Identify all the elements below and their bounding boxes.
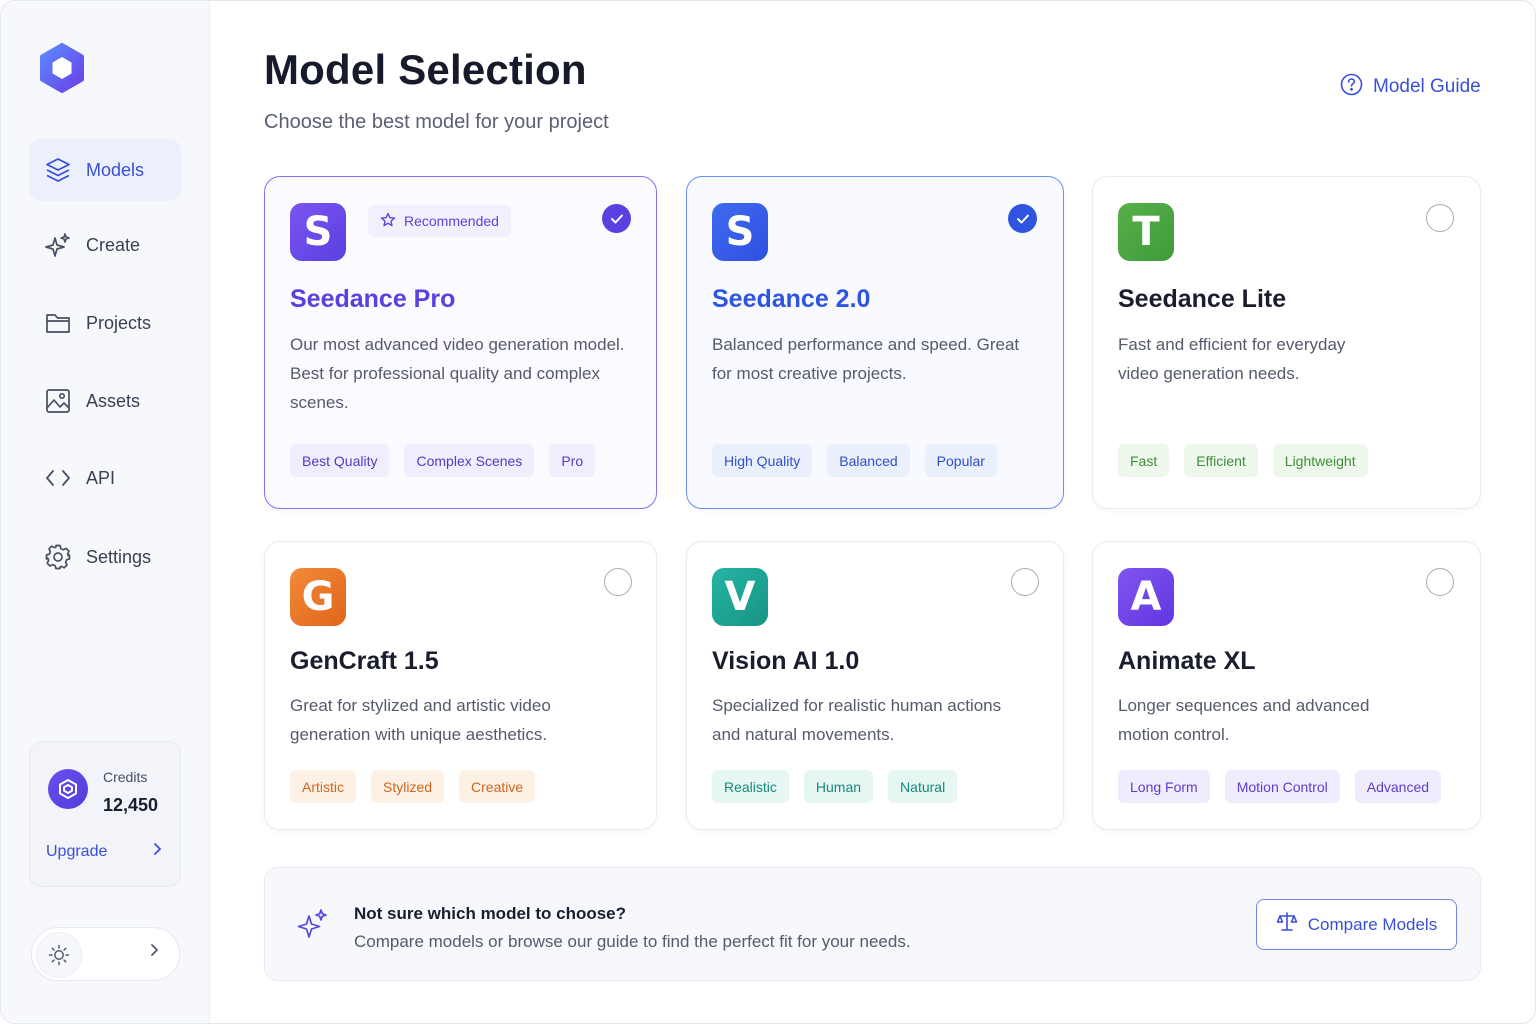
sidebar-item-settings[interactable]: Settings <box>29 526 181 588</box>
model-name: Seedance Pro <box>290 285 456 313</box>
recommended-label: Recommended <box>404 213 499 229</box>
model-logo: A <box>1118 568 1174 626</box>
sidebar-item-models[interactable]: Models <box>29 139 181 201</box>
sparkle-icon <box>297 908 329 945</box>
model-name: GenCraft 1.5 <box>290 647 439 675</box>
model-name: Animate XL <box>1118 647 1256 675</box>
sidebar-item-projects[interactable]: Projects <box>29 292 181 354</box>
folder-icon <box>44 309 72 337</box>
model-guide-link[interactable]: Model Guide <box>1340 73 1481 101</box>
tag: Creative <box>459 770 536 803</box>
sidebar-item-assets[interactable]: Assets <box>29 370 181 432</box>
tag: Fast <box>1118 444 1170 477</box>
help-description: Compare models or browse our guide to fi… <box>354 932 911 951</box>
help-title: Not sure which model to choose? <box>354 904 627 923</box>
tag: Complex Scenes <box>404 444 535 477</box>
sidebar-item-create[interactable]: Create <box>29 214 181 276</box>
app-logo[interactable] <box>38 43 86 93</box>
compare-models-label: Compare Models <box>1307 914 1438 934</box>
model-name: Seedance 2.0 <box>712 285 871 313</box>
sparkle-icon <box>44 231 72 259</box>
help-circle-icon <box>1340 73 1363 101</box>
model-description: Longer sequences and advanced motion con… <box>1118 696 1370 744</box>
page-title: Model Selection <box>264 46 587 93</box>
model-logo: S <box>290 203 346 261</box>
model-description: Balanced performance and speed. Great fo… <box>712 335 1020 383</box>
chevron-right-icon[interactable] <box>152 842 162 861</box>
tag-list: High Quality Balanced Popular <box>712 444 997 477</box>
model-card-animate-xl[interactable]: A Animate XL Longer sequences and advanc… <box>1092 541 1481 830</box>
credits-card: Credits 12,450 Upgrade <box>29 741 181 887</box>
tag-list: Fast Efficient Lightweight <box>1118 444 1368 477</box>
upgrade-link[interactable]: Upgrade <box>46 843 107 861</box>
model-card-vision-ai[interactable]: V Vision AI 1.0 Specialized for realisti… <box>686 541 1064 830</box>
select-radio[interactable] <box>604 568 632 596</box>
tag: Efficient <box>1184 444 1258 477</box>
model-logo: V <box>712 568 768 626</box>
tag: Human <box>803 770 874 803</box>
model-name: Seedance Lite <box>1118 285 1287 313</box>
sidebar-item-label: Models <box>86 159 145 180</box>
sidebar-item-label: Settings <box>86 546 152 567</box>
sidebar: Models Create Projects Assets API Settin… <box>1 1 210 1023</box>
tag: Natural <box>888 770 958 803</box>
compare-models-button[interactable]: Compare Models <box>1256 899 1457 950</box>
tag: Motion Control <box>1224 770 1340 803</box>
sidebar-item-api[interactable]: API <box>29 447 181 509</box>
model-description: Great for stylized and artistic video ge… <box>290 696 551 744</box>
tag-list: Long Form Motion Control Advanced <box>1118 770 1442 803</box>
recommended-badge: Recommended <box>368 205 511 237</box>
tag: Balanced <box>827 444 910 477</box>
tag: Pro <box>549 444 596 477</box>
tag: Advanced <box>1354 770 1442 803</box>
model-card-seedance-lite[interactable]: T Seedance Lite Fast and efficient for e… <box>1092 176 1481 509</box>
tag: Best Quality <box>290 444 390 477</box>
star-icon <box>380 212 396 231</box>
help-banner: Not sure which model to choose? Compare … <box>264 867 1481 981</box>
credits-value: 12,450 <box>103 795 159 815</box>
select-radio[interactable] <box>1011 568 1039 596</box>
selected-check-icon[interactable] <box>602 204 631 233</box>
sidebar-item-label: API <box>86 467 116 488</box>
model-description: Fast and efficient for everyday video ge… <box>1118 335 1346 383</box>
page-subtitle: Choose the best model for your project <box>264 111 609 133</box>
sun-icon[interactable] <box>36 932 82 978</box>
select-radio[interactable] <box>1426 204 1454 232</box>
model-card-gencraft[interactable]: G GenCraft 1.5 Great for stylized and ar… <box>264 541 657 830</box>
tag: High Quality <box>712 444 813 477</box>
credits-icon <box>48 769 88 809</box>
tag: Popular <box>924 444 997 477</box>
tag: Artistic <box>290 770 356 803</box>
chevron-right-icon[interactable] <box>149 943 159 962</box>
theme-toggle[interactable] <box>31 927 180 981</box>
model-logo: S <box>712 203 768 261</box>
layers-icon <box>44 156 72 184</box>
model-description: Our most advanced video generation model… <box>290 335 625 412</box>
model-card-seedance-pro[interactable]: S Recommended Seedance Pro Our most adva… <box>264 176 657 509</box>
tag: Long Form <box>1118 770 1210 803</box>
tag-list: Artistic Stylized Creative <box>290 770 536 803</box>
scale-icon <box>1276 911 1298 938</box>
sidebar-item-label: Projects <box>86 312 152 333</box>
tag: Stylized <box>371 770 445 803</box>
tag: Realistic <box>712 770 789 803</box>
code-icon <box>44 464 72 492</box>
credits-label: Credits <box>103 769 148 785</box>
gear-icon <box>44 543 72 571</box>
model-logo: G <box>290 568 346 626</box>
selected-check-icon[interactable] <box>1008 204 1037 233</box>
model-card-seedance-2[interactable]: S Seedance 2.0 Balanced performance and … <box>686 176 1064 509</box>
model-guide-label: Model Guide <box>1373 76 1481 97</box>
sidebar-item-label: Create <box>86 234 141 255</box>
model-description: Specialized for realistic human actions … <box>712 696 1002 744</box>
tag-list: Realistic Human Natural <box>712 770 958 803</box>
image-icon <box>44 387 72 415</box>
model-name: Vision AI 1.0 <box>712 647 860 675</box>
app-window: Models Create Projects Assets API Settin… <box>0 0 1536 1024</box>
model-logo: T <box>1118 203 1174 261</box>
tag: Lightweight <box>1272 444 1368 477</box>
sidebar-item-label: Assets <box>86 390 141 411</box>
select-radio[interactable] <box>1426 568 1454 596</box>
tag-list: Best Quality Complex Scenes Pro <box>290 444 596 477</box>
